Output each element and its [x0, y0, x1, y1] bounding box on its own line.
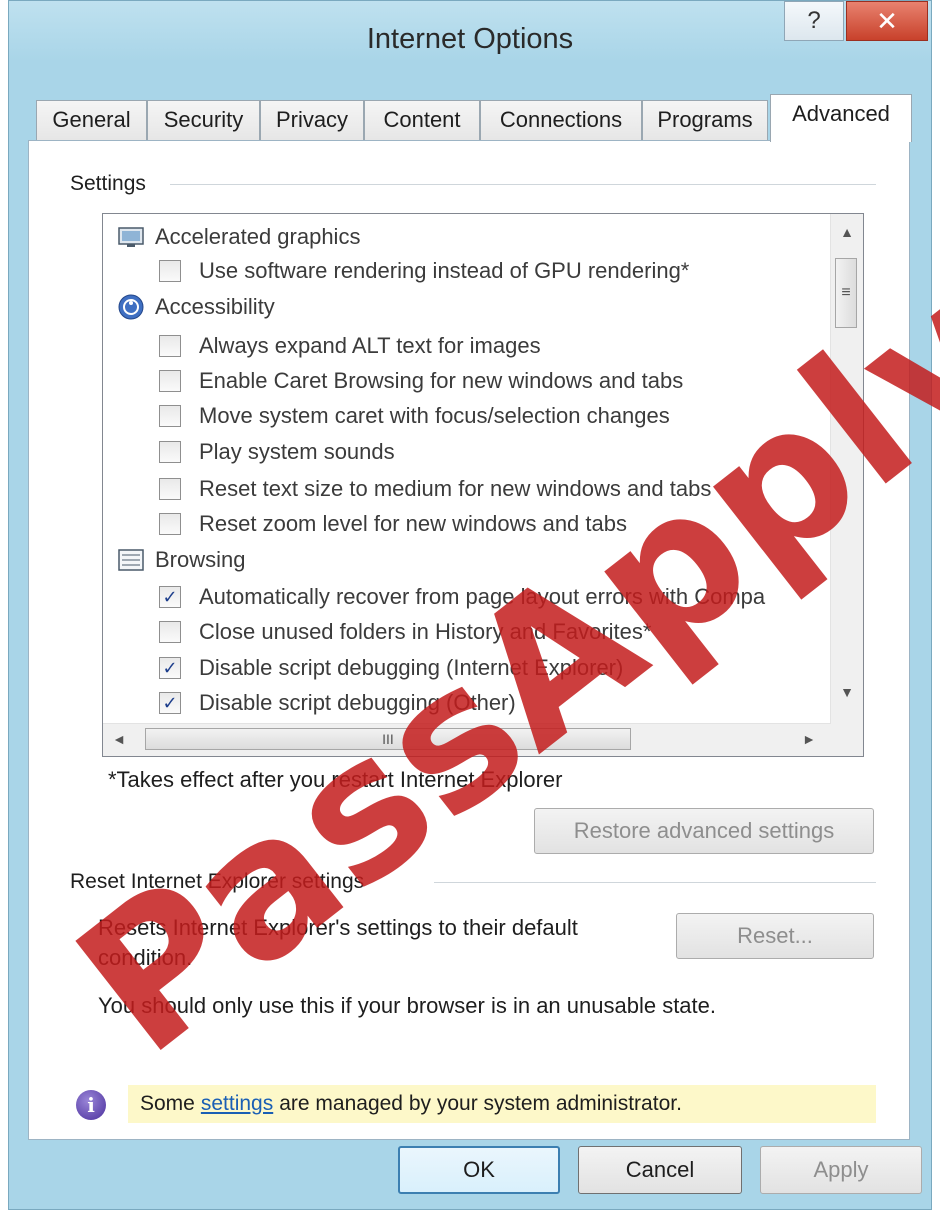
tree-label: Move system caret with focus/selection c…: [199, 403, 670, 428]
tree-option[interactable]: Play system sounds: [159, 435, 395, 469]
admin-notice: Some settings are managed by your system…: [128, 1085, 876, 1123]
tree-option[interactable]: Enable Caret Browsing for new windows an…: [159, 364, 683, 398]
tree-label: Use software rendering instead of GPU re…: [199, 258, 690, 283]
tree-option[interactable]: ✓ Disable script debugging (Other): [159, 686, 516, 720]
tree-category-accelerated-graphics: Accelerated graphics: [117, 220, 360, 254]
tree-category-browsing: Browsing: [117, 543, 245, 577]
vertical-scroll-thumb[interactable]: ≡: [835, 258, 857, 328]
tree-category-accessibility: Accessibility: [117, 290, 275, 324]
tree-label: Play system sounds: [199, 439, 395, 464]
checkbox[interactable]: [159, 441, 181, 463]
reset-description-line2: condition.: [98, 945, 193, 970]
monitor-icon: [117, 224, 145, 250]
tree-option[interactable]: Reset zoom level for new windows and tab…: [159, 507, 627, 541]
settings-link[interactable]: settings: [201, 1092, 273, 1116]
tree-label: Always expand ALT text for images: [199, 333, 541, 358]
tree-label: Accelerated graphics: [155, 224, 361, 249]
checkbox[interactable]: [159, 621, 181, 643]
tree-option[interactable]: Use software rendering instead of GPU re…: [159, 254, 689, 288]
scroll-up-arrow-icon[interactable]: ▲: [831, 224, 863, 240]
tree-label: Reset text size to medium for new window…: [199, 476, 712, 501]
tree-label: Automatically recover from page layout e…: [199, 584, 766, 609]
scroll-right-arrow-icon[interactable]: ►: [793, 731, 825, 747]
close-button[interactable]: ✕: [846, 1, 928, 41]
tab-programs[interactable]: Programs: [642, 100, 768, 140]
checkbox[interactable]: [159, 478, 181, 500]
scroll-left-arrow-icon[interactable]: ◄: [103, 731, 135, 747]
tree-label: Enable Caret Browsing for new windows an…: [199, 368, 684, 393]
checkbox[interactable]: [159, 370, 181, 392]
settings-group-label: Settings: [70, 172, 154, 196]
tree-label: Browsing: [155, 547, 246, 572]
tree-label: Disable script debugging (Internet Explo…: [199, 655, 624, 680]
apply-button[interactable]: Apply: [760, 1146, 922, 1194]
checkbox[interactable]: [159, 405, 181, 427]
tree-option[interactable]: ✓ Automatically recover from page layout…: [159, 580, 765, 614]
checkbox-checked[interactable]: ✓: [159, 586, 181, 608]
info-icon: i: [76, 1090, 106, 1120]
restore-advanced-settings-button[interactable]: Restore advanced settings: [534, 808, 874, 854]
restart-note: *Takes effect after you restart Internet…: [108, 767, 563, 792]
horizontal-scroll-thumb[interactable]: III: [145, 728, 631, 750]
browsing-icon: [117, 547, 145, 573]
notice-text-before: Some: [140, 1092, 195, 1115]
notice-text-after: are managed by your system administrator…: [279, 1092, 682, 1115]
accessibility-icon: [117, 294, 145, 320]
title-bar[interactable]: Internet Options ? ✕: [9, 1, 931, 93]
checkbox[interactable]: [159, 260, 181, 282]
checkbox-checked[interactable]: ✓: [159, 692, 181, 714]
tab-content[interactable]: Content: [364, 100, 480, 140]
tab-connections[interactable]: Connections: [480, 100, 642, 140]
advanced-settings-tree[interactable]: Accelerated graphics Use software render…: [102, 213, 864, 757]
scroll-down-arrow-icon[interactable]: ▼: [831, 684, 863, 700]
reset-group-line: [434, 882, 876, 883]
scrollbar-corner: [831, 724, 863, 756]
tab-advanced[interactable]: Advanced: [770, 94, 912, 142]
tree-option[interactable]: Close unused folders in History and Favo…: [159, 615, 651, 649]
settings-group-line: [170, 184, 876, 185]
tree-label: Close unused folders in History and Favo…: [199, 619, 652, 644]
horizontal-scrollbar[interactable]: ◄ III ►: [103, 723, 831, 756]
checkbox[interactable]: [159, 335, 181, 357]
tree-option[interactable]: Reset text size to medium for new window…: [159, 472, 711, 506]
tab-privacy[interactable]: Privacy: [260, 100, 364, 140]
reset-description-line1: Resets Internet Explorer's settings to t…: [98, 915, 578, 940]
checkbox[interactable]: [159, 513, 181, 535]
checkbox-checked[interactable]: ✓: [159, 657, 181, 679]
reset-button[interactable]: Reset...: [676, 913, 874, 959]
tree-option[interactable]: Move system caret with focus/selection c…: [159, 399, 670, 433]
vertical-scrollbar[interactable]: ▲ ≡ ▼: [830, 214, 863, 724]
ok-button[interactable]: OK: [398, 1146, 560, 1194]
cancel-button[interactable]: Cancel: [578, 1146, 742, 1194]
tree-label: Accessibility: [155, 294, 275, 319]
tree-option[interactable]: ✓ Disable script debugging (Internet Exp…: [159, 651, 623, 685]
help-button[interactable]: ?: [784, 1, 844, 41]
tree-label: Reset zoom level for new windows and tab…: [199, 511, 627, 536]
tab-security[interactable]: Security: [147, 100, 260, 140]
tree-option[interactable]: Always expand ALT text for images: [159, 329, 541, 363]
tab-general[interactable]: General: [36, 100, 147, 140]
reset-warning: You should only use this if your browser…: [98, 993, 716, 1018]
reset-group-label: Reset Internet Explorer settings: [70, 870, 373, 894]
tree-label: Disable script debugging (Other): [199, 690, 516, 715]
